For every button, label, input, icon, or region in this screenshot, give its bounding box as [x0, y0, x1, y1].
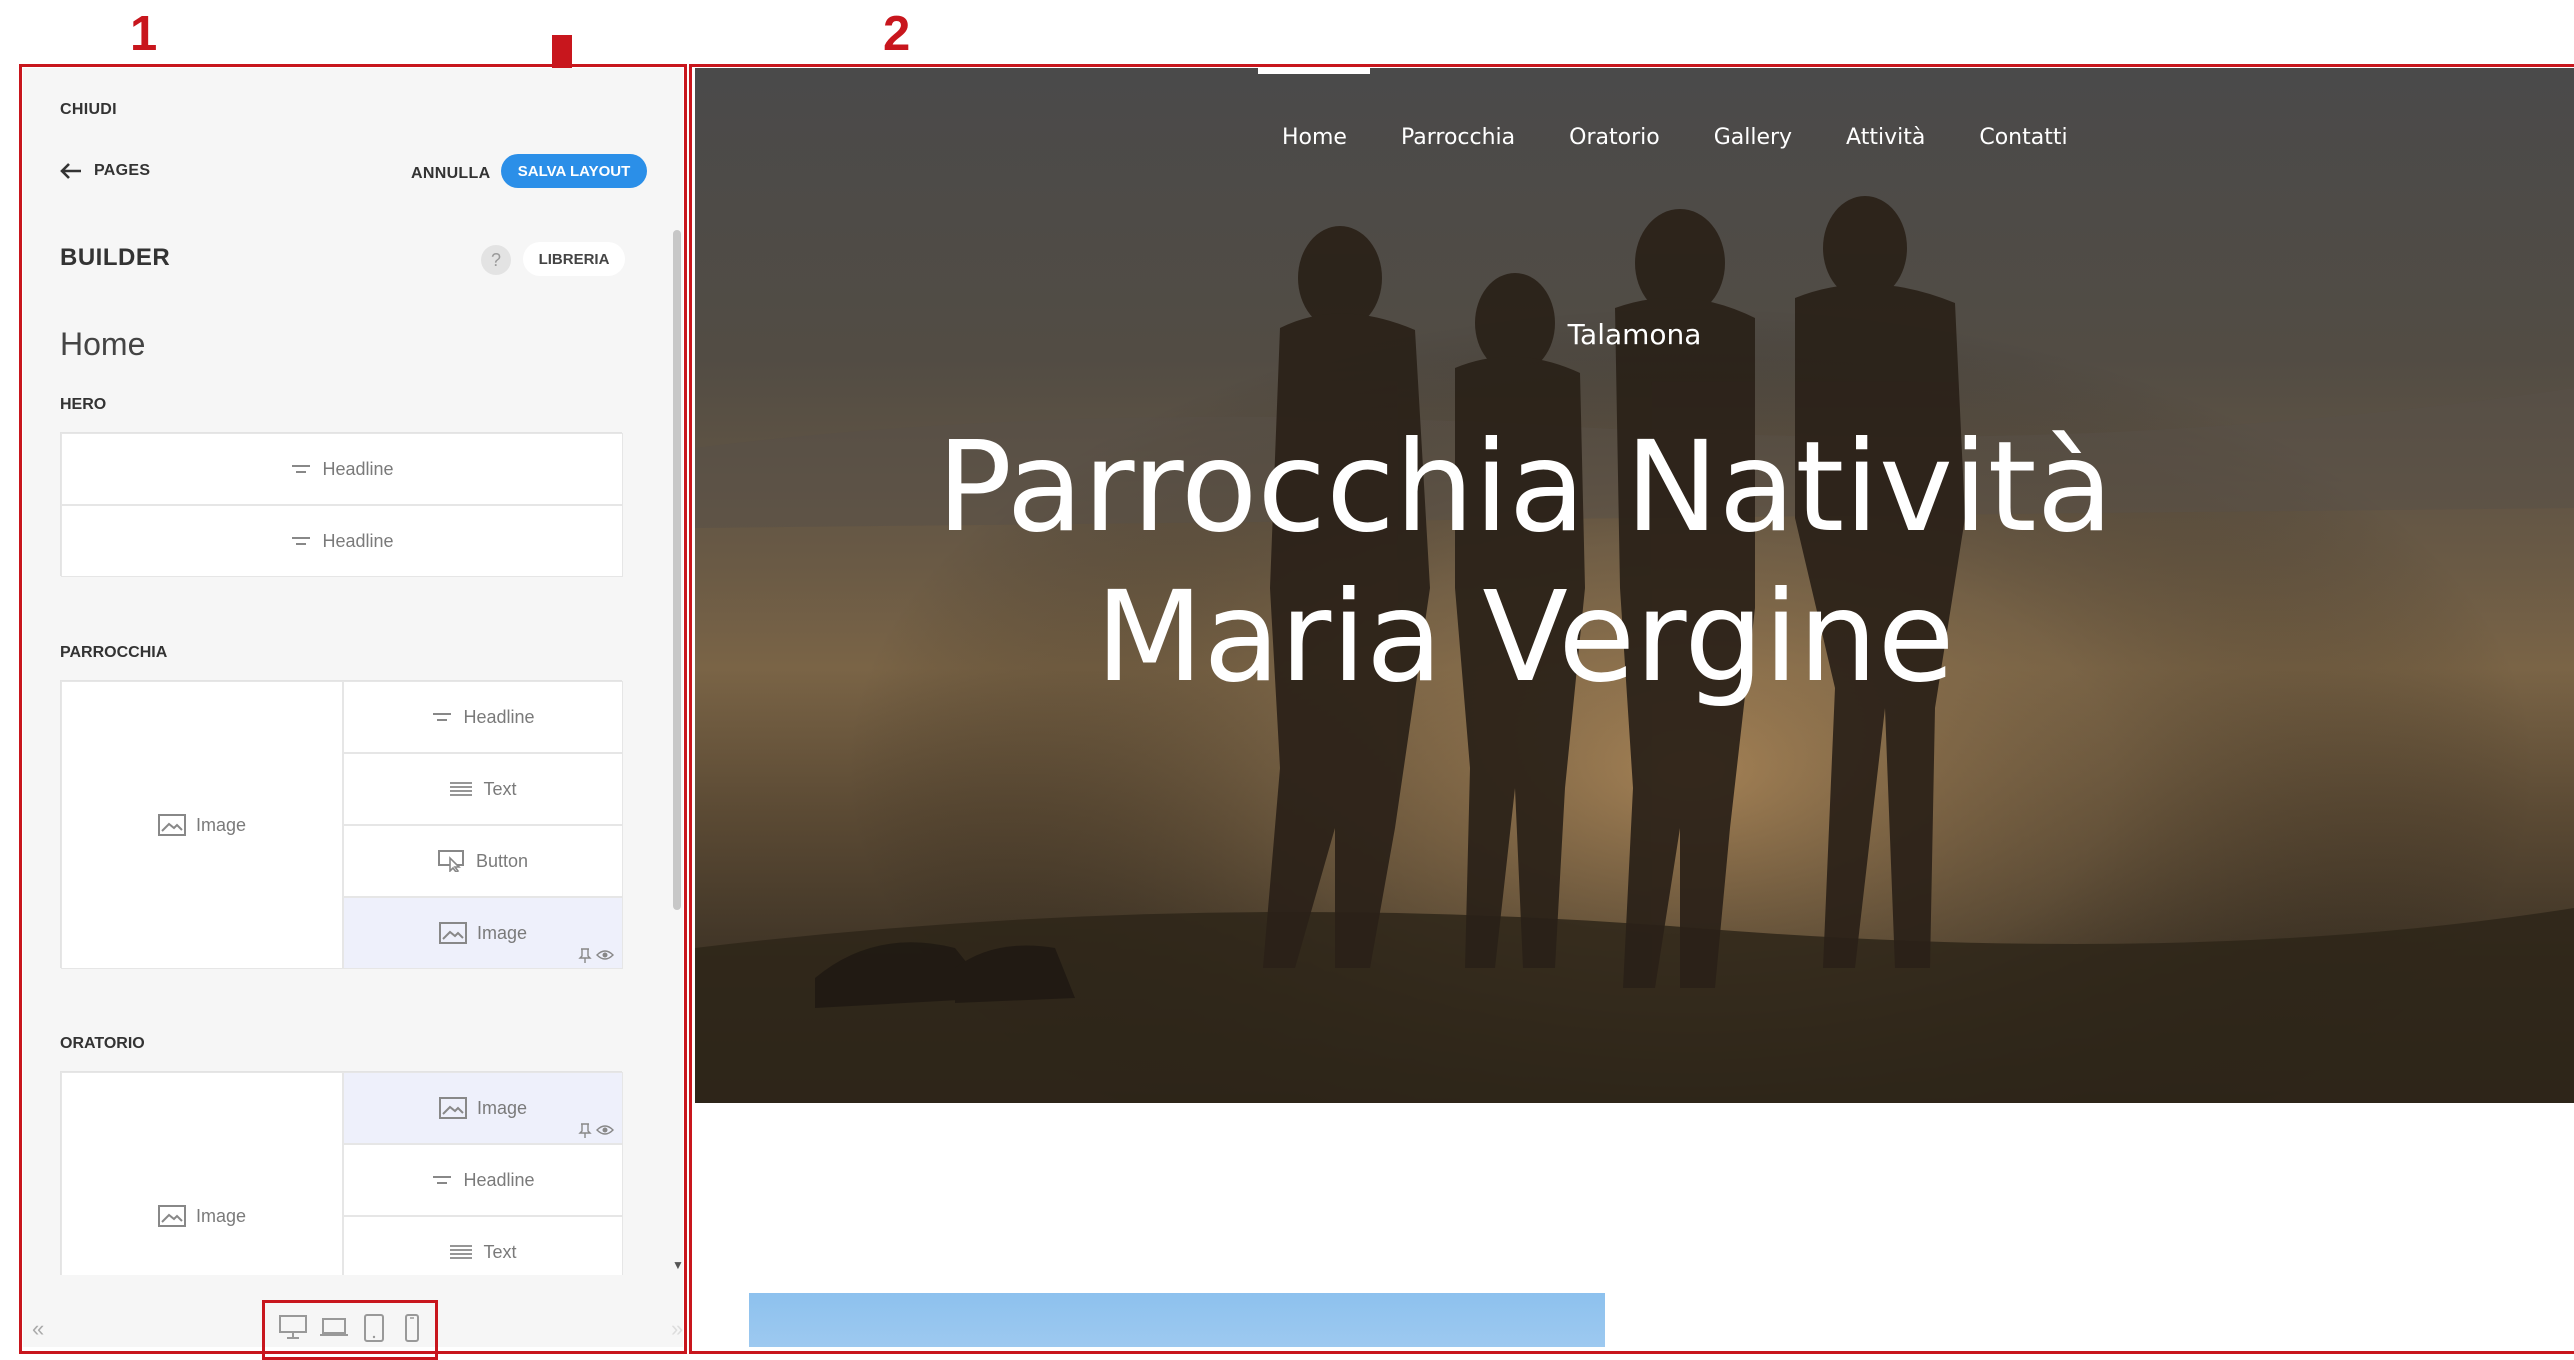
callout-2: 2 — [883, 7, 911, 61]
annotation-box-panel — [19, 64, 687, 1354]
annotation-box-preview — [689, 64, 2574, 1354]
callout-1: 1 — [130, 7, 158, 61]
annotation-box-devices — [262, 1300, 438, 1360]
